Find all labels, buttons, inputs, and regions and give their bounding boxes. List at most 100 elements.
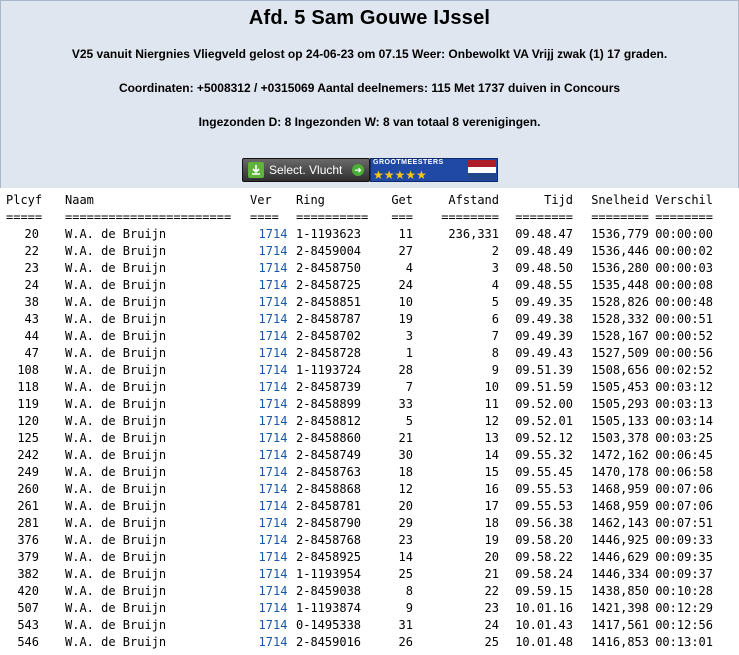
stars-icon: ★★★★★ — [373, 168, 427, 182]
ring-cell: 2-8458860 — [296, 431, 362, 445]
club-link[interactable]: 1714 — [250, 243, 296, 260]
club-link[interactable]: 1714 — [250, 481, 296, 498]
name-cell: W.A. de Bruijn — [65, 584, 167, 598]
ring-cell: 2-8458812 — [296, 414, 362, 428]
table-row: 24 W.A. de Bruijn 1714 2-8458725 24 4 09.48.55… — [6, 277, 713, 294]
diff-cell: 00:12:56 — [655, 618, 713, 632]
diff-cell: 00:00:48 — [655, 295, 713, 309]
diff-cell: 00:02:52 — [655, 363, 713, 377]
club-link[interactable]: 1714 — [250, 294, 296, 311]
club-link[interactable]: 1714 — [250, 345, 296, 362]
time-cell: 09.49.38 — [515, 312, 573, 326]
club-link[interactable]: 1714 — [250, 498, 296, 515]
table-row: 43 W.A. de Bruijn 1714 2-8458787 19 6 09.49.38… — [6, 311, 713, 328]
get-cell: 1 — [405, 346, 413, 360]
diff-cell: 00:00:51 — [655, 312, 713, 326]
grootmeesters-badge[interactable]: GROOTMEESTERS ★★★★★ — [370, 158, 498, 182]
ring-cell: 2-8458750 — [296, 261, 362, 275]
ring-cell: 2-8458899 — [296, 397, 362, 411]
place-cell: 20 — [24, 227, 39, 241]
get-cell: 8 — [405, 584, 413, 598]
club-link[interactable]: 1714 — [250, 515, 296, 532]
place-cell: 43 — [24, 312, 39, 326]
table-row: 23 W.A. de Bruijn 1714 2-8458750 4 3 09.48.50 1… — [6, 260, 713, 277]
ring-cell: 2-8458925 — [296, 550, 362, 564]
name-cell: W.A. de Bruijn — [65, 601, 167, 615]
speed-cell: 1508,656 — [591, 363, 649, 377]
club-link[interactable]: 1714 — [250, 549, 296, 566]
club-link[interactable]: 1714 — [250, 260, 296, 277]
distance-cell: 5 — [491, 295, 499, 309]
get-cell: 12 — [398, 482, 413, 496]
place-cell: 23 — [24, 261, 39, 275]
club-link[interactable]: 1714 — [250, 277, 296, 294]
distance-cell: 25 — [484, 635, 499, 649]
ring-cell: 0-1495338 — [296, 618, 362, 632]
time-cell: 10.01.16 — [515, 601, 573, 615]
table-row: 507 W.A. de Bruijn 1714 1-1193874 9 23 10.01.1… — [6, 600, 713, 617]
get-cell: 3 — [405, 329, 413, 343]
distance-cell: 20 — [484, 550, 499, 564]
club-link[interactable]: 1714 — [250, 396, 296, 413]
col-header: Naam — [65, 193, 94, 207]
col-header: Afstand — [448, 193, 499, 207]
club-link[interactable]: 1714 — [250, 447, 296, 464]
place-cell: 242 — [17, 448, 39, 462]
time-cell: 09.48.47 — [515, 227, 573, 241]
table-row: 260 W.A. de Bruijn 1714 2-8458868 12 16 09.55.… — [6, 481, 713, 498]
distance-cell: 24 — [484, 618, 499, 632]
club-link[interactable]: 1714 — [250, 566, 296, 583]
get-cell: 28 — [398, 363, 413, 377]
ring-cell: 2-8458768 — [296, 533, 362, 547]
club-link[interactable]: 1714 — [250, 413, 296, 430]
ring-cell: 2-8458749 — [296, 448, 362, 462]
name-cell: W.A. de Bruijn — [65, 363, 167, 377]
place-cell: 118 — [17, 380, 39, 394]
get-cell: 33 — [398, 397, 413, 411]
table-row: 20 W.A. de Bruijn 1714 1-1193623 11 236,331 09… — [6, 226, 713, 243]
time-cell: 09.58.24 — [515, 567, 573, 581]
table-row: 242 W.A. de Bruijn 1714 2-8458749 30 14 09.55.… — [6, 447, 713, 464]
time-cell: 09.48.55 — [515, 278, 573, 292]
table-row: 379 W.A. de Bruijn 1714 2-8458925 14 20 09.58.… — [6, 549, 713, 566]
club-link[interactable]: 1714 — [250, 634, 296, 651]
get-cell: 25 — [398, 567, 413, 581]
diff-cell: 00:00:03 — [655, 261, 713, 275]
table-row: 249 W.A. de Bruijn 1714 2-8458763 18 15 09.55.… — [6, 464, 713, 481]
speed-cell: 1446,629 — [591, 550, 649, 564]
club-link[interactable]: 1714 — [250, 362, 296, 379]
name-cell: W.A. de Bruijn — [65, 550, 167, 564]
select-flight-button[interactable]: Select. Vlucht ➜ — [242, 158, 370, 182]
ring-cell: 1-1193954 — [296, 567, 362, 581]
distance-cell: 21 — [484, 567, 499, 581]
club-link[interactable]: 1714 — [250, 311, 296, 328]
club-link[interactable]: 1714 — [250, 379, 296, 396]
club-link[interactable]: 1714 — [250, 464, 296, 481]
club-link[interactable]: 1714 — [250, 532, 296, 549]
distance-cell: 4 — [491, 278, 499, 292]
place-cell: 261 — [17, 499, 39, 513]
club-link[interactable]: 1714 — [250, 600, 296, 617]
distance-cell: 18 — [484, 516, 499, 530]
time-cell: 09.48.50 — [515, 261, 573, 275]
col-header: Get — [391, 193, 413, 207]
speed-cell: 1462,143 — [591, 516, 649, 530]
time-cell: 09.52.12 — [515, 431, 573, 445]
ring-cell: 2-8458763 — [296, 465, 362, 479]
ring-cell: 1-1193623 — [296, 227, 362, 241]
club-link[interactable]: 1714 — [250, 328, 296, 345]
get-cell: 9 — [405, 601, 413, 615]
table-row: 38 W.A. de Bruijn 1714 2-8458851 10 5 09.49.35… — [6, 294, 713, 311]
results-table: Plcyf Naam Ver Ring Get Afstand Tijd Sne… — [6, 192, 713, 651]
distance-cell: 7 — [491, 329, 499, 343]
club-link[interactable]: 1714 — [250, 617, 296, 634]
diff-cell: 00:10:28 — [655, 584, 713, 598]
club-link[interactable]: 1714 — [250, 430, 296, 447]
distance-cell: 17 — [484, 499, 499, 513]
name-cell: W.A. de Bruijn — [65, 516, 167, 530]
club-link[interactable]: 1714 — [250, 226, 296, 243]
club-link[interactable]: 1714 — [250, 583, 296, 600]
coordinates-info: Coordinaten: +5008312 / +0315069 Aantal … — [118, 81, 621, 95]
get-cell: 4 — [405, 261, 413, 275]
table-row: 108 W.A. de Bruijn 1714 1-1193724 28 9 09.51.3… — [6, 362, 713, 379]
